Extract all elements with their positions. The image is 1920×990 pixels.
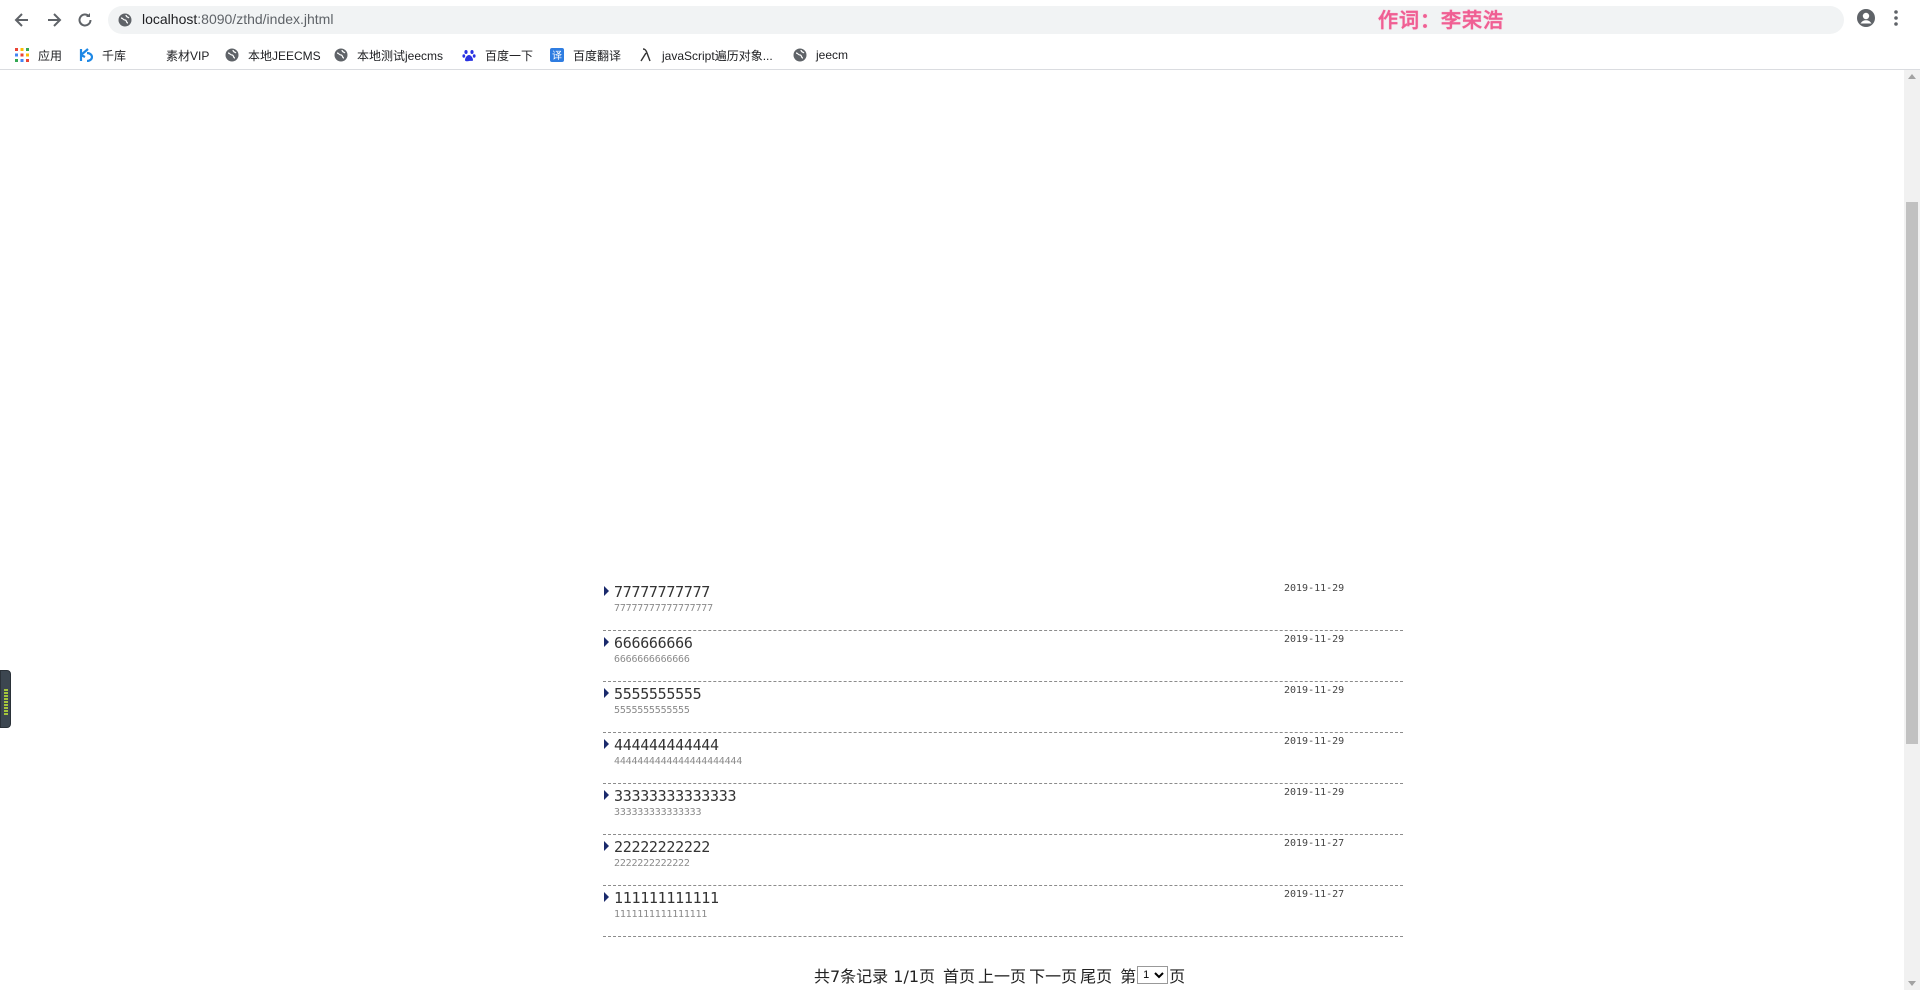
bookmark-baidu-translate[interactable]: 译 百度翻译 bbox=[549, 45, 621, 65]
globe-icon bbox=[792, 47, 808, 63]
triangle-bullet-icon bbox=[604, 637, 609, 647]
bookmark-javascript-traverse[interactable]: javaScript遍历对象... bbox=[638, 45, 773, 65]
list-item[interactable]: 666666666 6666666666666 2019-11-29 bbox=[603, 631, 1403, 682]
bookmark-label: 素材VIP bbox=[166, 48, 210, 63]
menu-button[interactable] bbox=[1890, 8, 1902, 32]
level-meter-icon bbox=[4, 689, 8, 715]
item-subtitle: 333333333333333 bbox=[614, 807, 702, 818]
vertical-scrollbar[interactable] bbox=[1904, 70, 1920, 990]
forward-arrow-icon bbox=[48, 13, 62, 27]
list-item[interactable]: 77777777777 77777777777777777 2019-11-29 bbox=[603, 580, 1403, 631]
bookmark-label: 百度一下 bbox=[485, 48, 534, 63]
item-title[interactable]: 77777777777 bbox=[614, 583, 710, 601]
url-text: localhost:8090/zthd/index.jhtml bbox=[142, 11, 334, 27]
bookmark-label: 百度翻译 bbox=[573, 48, 622, 63]
pager-goto-suffix: 页 bbox=[1169, 967, 1186, 986]
item-title[interactable]: 111111111111 bbox=[614, 889, 719, 907]
address-bar[interactable]: localhost:8090/zthd/index.jhtml bbox=[108, 6, 1844, 34]
bookmark-label: 千库 bbox=[102, 48, 127, 63]
reload-button[interactable] bbox=[73, 8, 97, 32]
item-date: 2019-11-29 bbox=[1284, 685, 1345, 696]
more-vertical-icon bbox=[1894, 10, 1898, 26]
bookmark-qianku[interactable]: 千库 bbox=[78, 45, 126, 65]
forward-button[interactable] bbox=[42, 8, 66, 32]
item-title[interactable]: 444444444444 bbox=[614, 736, 719, 754]
pager-next-link[interactable]: 下一页 bbox=[1029, 963, 1077, 987]
triangle-bullet-icon bbox=[604, 892, 609, 902]
bookmark-apps[interactable]: 应用 bbox=[14, 45, 62, 65]
browser-toolbar: localhost:8090/zthd/index.jhtml 作词：李荣浩 bbox=[0, 0, 1920, 40]
profile-button[interactable] bbox=[1856, 8, 1876, 32]
triangle-bullet-icon bbox=[604, 790, 609, 800]
item-subtitle: 5555555555555 bbox=[614, 705, 690, 716]
item-title[interactable]: 22222222222 bbox=[614, 838, 710, 856]
page-select[interactable]: 1 bbox=[1137, 966, 1169, 984]
scrollbar-thumb[interactable] bbox=[1906, 202, 1918, 744]
pager-first-link[interactable]: 首页 bbox=[943, 963, 975, 987]
item-date: 2019-11-29 bbox=[1284, 583, 1345, 594]
item-date: 2019-11-27 bbox=[1284, 889, 1345, 900]
back-button[interactable] bbox=[10, 8, 34, 32]
reload-icon bbox=[78, 13, 92, 27]
item-title[interactable]: 33333333333333 bbox=[614, 787, 737, 805]
pager-goto-prefix: 第 bbox=[1120, 967, 1137, 986]
list-item[interactable]: 5555555555 5555555555555 2019-11-29 bbox=[603, 682, 1403, 733]
svg-text:译: 译 bbox=[552, 50, 562, 62]
triangle-bullet-icon bbox=[604, 739, 609, 749]
pager-last-link[interactable]: 尾页 bbox=[1080, 963, 1112, 987]
article-list: 77777777777 77777777777777777 2019-11-29… bbox=[603, 580, 1403, 937]
triangle-bullet-icon bbox=[604, 841, 609, 851]
bookmark-baidu[interactable]: 百度一下 bbox=[461, 45, 533, 65]
list-item[interactable]: 111111111111 1111111111111111 2019-11-27 bbox=[603, 886, 1403, 937]
triangle-bullet-icon bbox=[604, 586, 609, 596]
item-subtitle: 77777777777777777 bbox=[614, 603, 713, 614]
site-info-icon[interactable] bbox=[118, 13, 132, 27]
item-subtitle: 4444444444444444444444 bbox=[614, 756, 743, 767]
pager-summary: 共7条记录 1/1页 bbox=[814, 967, 936, 986]
blank-icon bbox=[142, 47, 158, 63]
item-date: 2019-11-27 bbox=[1284, 838, 1345, 849]
item-date: 2019-11-29 bbox=[1284, 634, 1345, 645]
bookmark-label: javaScript遍历对象... bbox=[662, 48, 773, 63]
scroll-down-arrow-icon[interactable] bbox=[1908, 981, 1916, 986]
lambda-icon bbox=[638, 47, 654, 63]
bookmark-label: 本地测试jeecms bbox=[357, 48, 444, 63]
item-title[interactable]: 666666666 bbox=[614, 634, 693, 652]
baidu-paw-icon bbox=[461, 47, 477, 63]
account-icon bbox=[1857, 9, 1875, 27]
list-item[interactable]: 33333333333333 333333333333333 2019-11-2… bbox=[603, 784, 1403, 835]
item-subtitle: 6666666666666 bbox=[614, 654, 690, 665]
item-subtitle: 1111111111111111 bbox=[614, 909, 708, 920]
side-floating-widget[interactable] bbox=[0, 670, 11, 728]
watermark-text: 作词：李荣浩 bbox=[1378, 8, 1504, 32]
bookmark-label: 应用 bbox=[38, 48, 63, 63]
list-item[interactable]: 444444444444 4444444444444444444444 2019… bbox=[603, 733, 1403, 784]
item-date: 2019-11-29 bbox=[1284, 787, 1345, 798]
triangle-bullet-icon bbox=[604, 688, 609, 698]
list-item[interactable]: 22222222222 2222222222222 2019-11-27 bbox=[603, 835, 1403, 886]
item-subtitle: 2222222222222 bbox=[614, 858, 690, 869]
pager-prev-link[interactable]: 上一页 bbox=[978, 963, 1026, 987]
bookmark-local-test-jeecms[interactable]: 本地测试jeecms bbox=[333, 45, 443, 65]
translate-icon: 译 bbox=[549, 47, 565, 63]
bookmark-label: jeecm bbox=[816, 48, 849, 62]
globe-icon bbox=[333, 47, 349, 63]
pagination: 共7条记录 1/1页 首页 上一页 下一页 尾页 第 1 页 bbox=[814, 963, 1185, 987]
item-date: 2019-11-29 bbox=[1284, 736, 1345, 747]
bookmarks-bar: 应用 千库 素材VIP 本地JEECMS 本地测试jeecms 百度一下 译 百… bbox=[0, 40, 1920, 70]
bookmark-label: 本地JEECMS bbox=[248, 48, 321, 63]
item-title[interactable]: 5555555555 bbox=[614, 685, 702, 703]
globe-icon bbox=[224, 47, 240, 63]
bookmark-jeecm[interactable]: jeecm bbox=[792, 45, 848, 65]
qianku-icon bbox=[78, 47, 94, 63]
bookmark-sucai-vip[interactable]: 素材VIP bbox=[142, 45, 209, 65]
scroll-up-arrow-icon[interactable] bbox=[1908, 74, 1916, 79]
bookmark-local-jeecms[interactable]: 本地JEECMS bbox=[224, 45, 321, 65]
back-arrow-icon bbox=[14, 13, 28, 27]
apps-grid-icon bbox=[14, 47, 30, 63]
